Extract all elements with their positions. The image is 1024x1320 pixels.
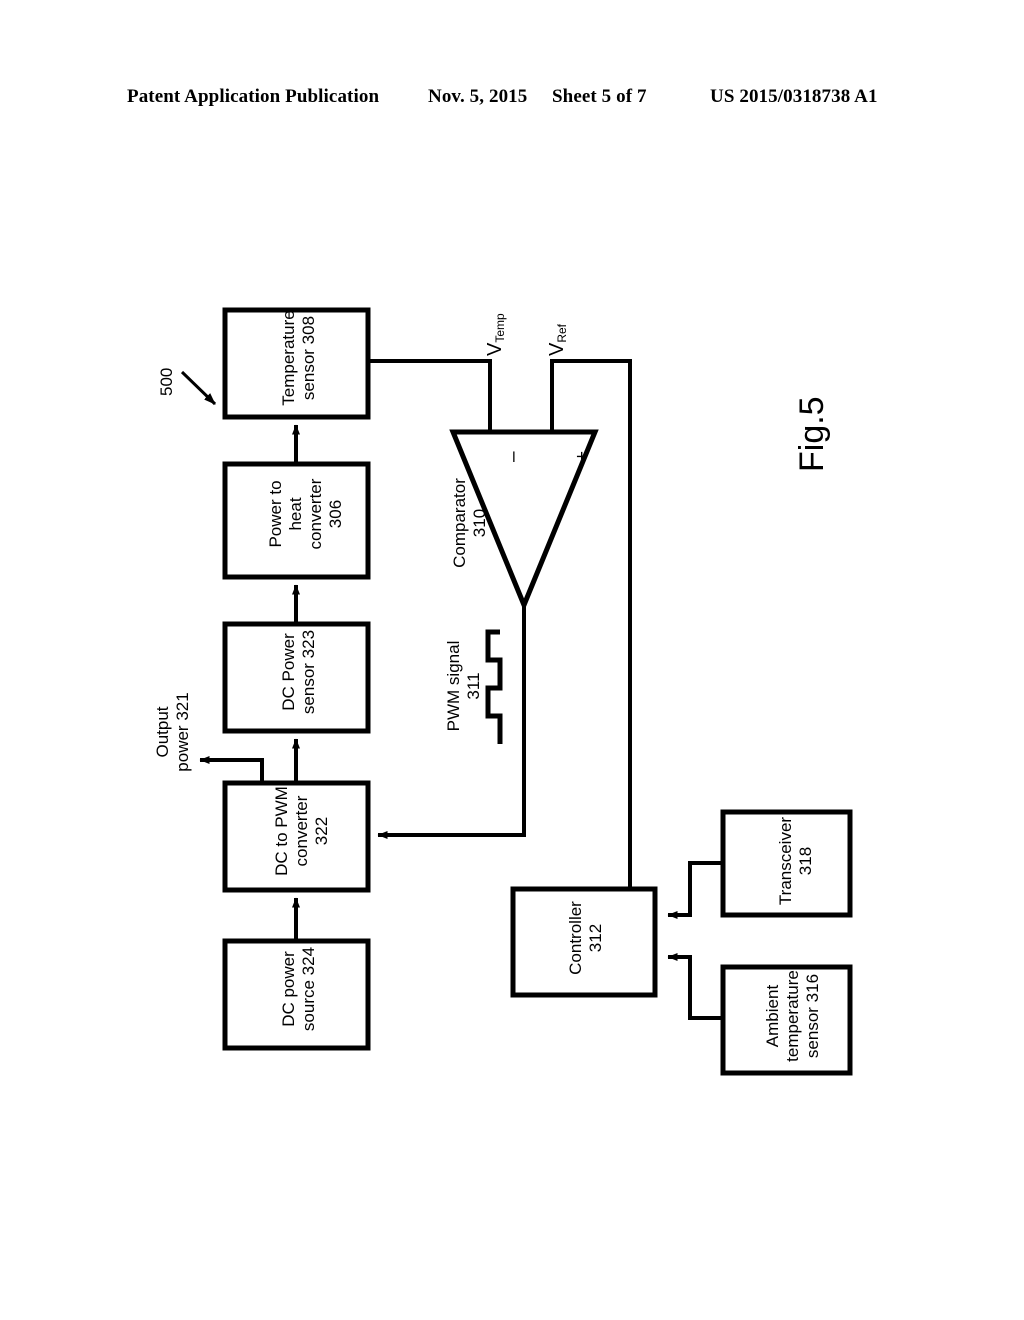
block-rect-transceiver — [720, 809, 853, 918]
block-rect-ambient-temperature-sensor — [720, 964, 853, 1076]
comparator-minus-input-sign: – — [503, 451, 524, 462]
arrow-ambient-sensor-to-controller — [667, 953, 723, 1020]
pwm-waveform-glyph — [485, 629, 503, 744]
block-rect-temperature-sensor — [222, 307, 371, 420]
patent-figure-5: Temperature sensor 308 Power to heat con… — [0, 0, 1024, 1320]
block-rect-dc-power-source — [222, 938, 371, 1051]
comparator-plus-input-sign: + — [572, 450, 593, 462]
block-rect-dc-power-sensor — [222, 621, 371, 734]
arrow-transceiver-to-controller — [667, 861, 723, 919]
block-rect-dc-to-pwm-converter — [222, 780, 371, 893]
block-rect-power-to-heat-converter — [222, 461, 371, 580]
output-power-line — [199, 756, 264, 783]
figure-vector-layer — [180, 307, 853, 1076]
v-temp-line — [368, 359, 492, 432]
block-rect-controller — [510, 886, 658, 998]
reference-500-leader — [180, 370, 217, 406]
